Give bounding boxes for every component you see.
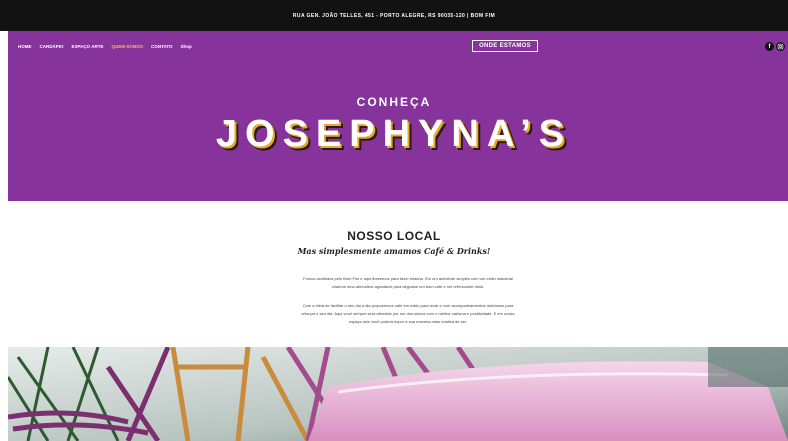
about-paragraph-1: Fomos acolhidos pelo Bom Fim e aqui fica… [303,276,513,289]
address-text: RUA GEN. JOÃO TELLES, 451 - PORTO ALEGRE… [292,12,496,19]
facebook-icon[interactable]: f [765,42,774,51]
about-paragraph-2: Com a ideia de facilitar o seu dia a dia… [301,303,515,324]
hero-kicker: CONHEÇA [356,95,432,109]
nav-item-espaco-arte[interactable]: ESPAÇO ARTE [72,44,104,49]
nav-item-cardapio[interactable]: CARDÁPIO [40,44,64,49]
cafe-chairs-illustration [8,347,788,441]
hero-brand-title: JOSEPHYNA’S [215,113,573,155]
nav-item-home[interactable]: HOME [18,44,32,49]
cafe-chairs-photo [8,347,788,441]
section-title: NOSSO LOCAL [347,229,441,243]
top-address-bar: RUA GEN. JOÃO TELLES, 451 - PORTO ALEGRE… [0,0,788,31]
section-subtitle: Mas simplesmente amamos Café & Drinks! [297,246,491,256]
instagram-glyph [777,43,784,50]
onde-estamos-button[interactable]: ONDE ESTAMOS [472,40,538,52]
nav-item-shop[interactable]: Shop [181,44,192,49]
main-nav: HOME CARDÁPIO ESPAÇO ARTE QUEM SOMOS CON… [18,44,192,49]
nav-item-quem-somos[interactable]: QUEM SOMOS [112,44,144,49]
instagram-icon[interactable] [776,42,785,51]
nav-item-contato[interactable]: CONTATO [151,44,173,49]
onde-estamos-label: ONDE ESTAMOS [479,43,531,49]
